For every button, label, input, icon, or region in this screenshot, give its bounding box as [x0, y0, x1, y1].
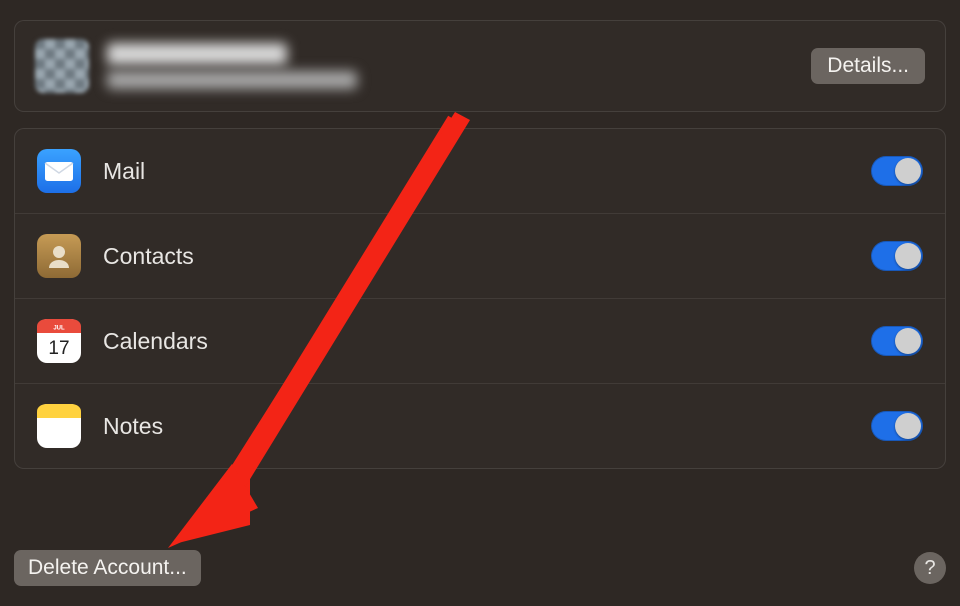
mail-toggle[interactable]	[871, 156, 923, 186]
help-button[interactable]: ?	[914, 552, 946, 584]
contacts-toggle[interactable]	[871, 241, 923, 271]
svg-text:17: 17	[48, 338, 69, 359]
calendars-toggle[interactable]	[871, 326, 923, 356]
bottom-bar: Delete Account... ?	[14, 550, 946, 586]
services-list: Mail Contacts	[14, 128, 946, 469]
service-label: Notes	[103, 413, 849, 440]
service-label: Contacts	[103, 243, 849, 270]
details-button[interactable]: Details...	[811, 48, 925, 84]
account-email-redacted	[107, 71, 357, 89]
service-row-contacts: Contacts	[15, 214, 945, 299]
service-label: Calendars	[103, 328, 849, 355]
mail-icon	[37, 149, 81, 193]
account-name-redacted	[107, 43, 287, 65]
delete-account-button[interactable]: Delete Account...	[14, 550, 201, 586]
service-row-mail: Mail	[15, 129, 945, 214]
svg-text:JUL: JUL	[53, 326, 65, 332]
contacts-icon	[37, 234, 81, 278]
notes-toggle[interactable]	[871, 411, 923, 441]
account-info	[107, 43, 793, 89]
calendar-icon: JUL 17	[37, 319, 81, 363]
account-avatar	[35, 39, 89, 93]
service-row-notes: Notes	[15, 384, 945, 468]
service-row-calendars: JUL 17 Calendars	[15, 299, 945, 384]
service-label: Mail	[103, 158, 849, 185]
notes-icon	[37, 404, 81, 448]
account-header: Details...	[14, 20, 946, 112]
